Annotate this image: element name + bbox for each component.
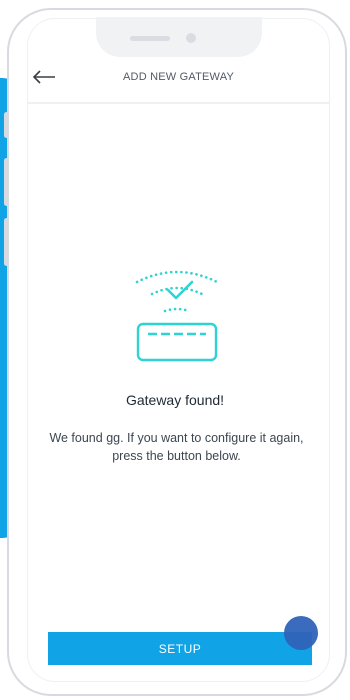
page-title: ADD NEW GATEWAY [123,71,234,83]
gateway-found-icon [132,264,222,368]
status-heading: Gateway found! [125,392,225,408]
status-description: We found gg. If you want to configure it… [49,431,304,463]
phone-notch [96,17,262,57]
phone-camera [186,33,196,43]
setup-button[interactable]: SETUP [48,632,312,665]
phone-speaker [130,36,170,41]
phone-side-button [4,218,9,266]
app-header: ADD NEW GATEWAY [27,62,330,104]
touch-indicator [284,616,318,650]
phone-side-button [4,158,9,206]
phone-side-button [4,112,9,138]
